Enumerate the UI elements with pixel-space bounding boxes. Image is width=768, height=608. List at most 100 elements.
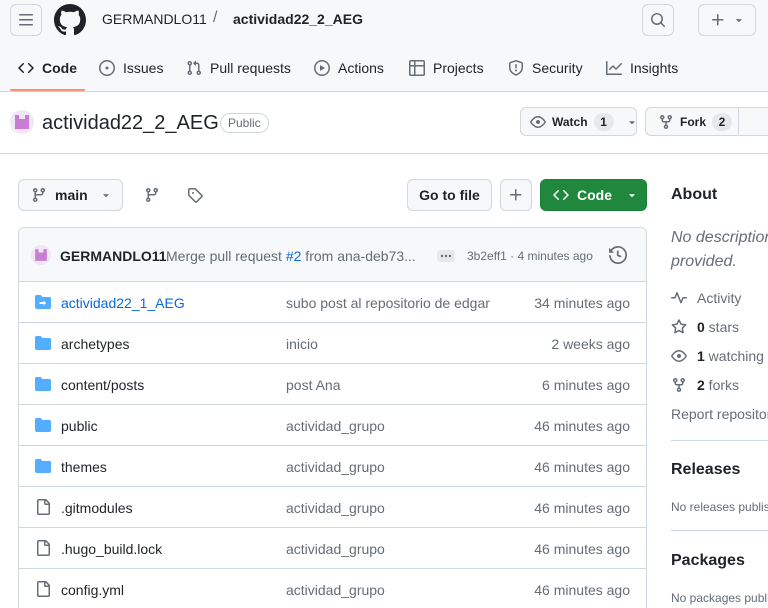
breadcrumb-owner[interactable]: GERMANDLO11	[102, 11, 207, 27]
file-name[interactable]: actividad22_1_AEG	[61, 295, 185, 311]
github-logo-icon[interactable]	[54, 4, 86, 36]
add-file-button[interactable]	[500, 179, 532, 211]
plus-icon	[508, 187, 524, 203]
file-row[interactable]: .hugo_build.lock actividad_grupo 46 minu…	[19, 528, 646, 569]
file-row[interactable]: content/posts post Ana 6 minutes ago	[19, 364, 646, 405]
caret-down-icon[interactable]	[626, 116, 638, 128]
commit-author-avatar[interactable]	[31, 245, 51, 265]
search-button[interactable]	[642, 4, 674, 36]
watchers-link[interactable]: 1 watching	[671, 348, 764, 364]
file-commit-message[interactable]: actividad_grupo	[286, 582, 385, 598]
file-name[interactable]: content/posts	[61, 377, 144, 393]
description-line: No description,	[671, 229, 768, 246]
play-icon	[314, 60, 330, 76]
packages-heading[interactable]: Packages	[671, 552, 745, 570]
fork-icon	[671, 377, 687, 393]
hamburger-icon	[18, 12, 34, 28]
forks-link[interactable]: 2 forks	[671, 377, 739, 393]
tab-code[interactable]: Code	[10, 48, 85, 91]
eye-icon	[530, 114, 546, 130]
file-commit-date: 46 minutes ago	[534, 500, 630, 516]
file-commit-message[interactable]: post Ana	[286, 377, 341, 393]
breadcrumb-repo[interactable]: actividad22_2_AEG	[233, 11, 363, 27]
code-button[interactable]: Code	[540, 179, 647, 211]
file-commit-message[interactable]: actividad_grupo	[286, 418, 385, 434]
submodule-icon	[35, 294, 51, 310]
menu-button[interactable]	[10, 4, 42, 36]
report-repository-link[interactable]: Report repository	[671, 406, 768, 422]
tags-link[interactable]	[183, 183, 207, 207]
tab-label: Insights	[630, 60, 679, 76]
watch-button[interactable]: Watch 1	[520, 107, 637, 136]
file-name[interactable]: .hugo_build.lock	[61, 541, 162, 557]
tab-actions[interactable]: Actions	[314, 48, 384, 88]
owner-avatar[interactable]	[10, 110, 34, 134]
file-commit-date: 46 minutes ago	[534, 582, 630, 598]
file-commit-date: 46 minutes ago	[534, 418, 630, 434]
releases-heading[interactable]: Releases	[671, 461, 740, 479]
file-commit-message[interactable]: subo post al repositorio de edgar	[286, 295, 490, 311]
report-label: Report repository	[671, 406, 768, 422]
code-button-label: Code	[577, 187, 612, 203]
go-to-file-button[interactable]: Go to file	[407, 179, 492, 211]
ellipsis-icon	[440, 254, 452, 258]
file-row[interactable]: themes actividad_grupo 46 minutes ago	[19, 446, 646, 487]
file-commit-date: 46 minutes ago	[534, 541, 630, 557]
repo-name[interactable]: actividad22_2_AEG	[42, 112, 219, 135]
file-list: actividad22_1_AEG subo post al repositor…	[19, 282, 646, 608]
button-divider	[738, 108, 740, 135]
file-row[interactable]: config.yml actividad_grupo 46 minutes ag…	[19, 569, 646, 608]
branch-icon	[31, 187, 47, 203]
packages-empty-text: No packages published	[671, 591, 768, 605]
tab-label: Actions	[338, 60, 384, 76]
code-icon	[18, 60, 34, 76]
search-icon	[650, 12, 666, 28]
file-row[interactable]: actividad22_1_AEG subo post al repositor…	[19, 282, 646, 323]
watch-count: 1	[593, 112, 614, 131]
branch-selector[interactable]: main	[18, 179, 123, 211]
file-name[interactable]: config.yml	[61, 582, 124, 598]
description-line: provided.	[671, 253, 737, 270]
file-commit-message[interactable]: actividad_grupo	[286, 541, 385, 557]
latest-commit-bar: GERMANDLO11 Merge pull request #2 from a…	[19, 228, 646, 282]
file-name[interactable]: archetypes	[61, 336, 129, 352]
file-name[interactable]: public	[61, 418, 98, 434]
tab-insights[interactable]: Insights	[606, 48, 678, 88]
repo-title-bar: actividad22_2_AEG Public Watch 1 Fork 2	[0, 92, 768, 154]
tab-security[interactable]: Security	[508, 48, 583, 88]
branches-link[interactable]	[140, 183, 164, 207]
tab-issues[interactable]: Issues	[99, 48, 163, 88]
commit-message-text: Merge pull request	[166, 248, 286, 264]
history-icon[interactable]	[609, 246, 627, 264]
commit-message[interactable]: Merge pull request #2 from ana-deb73...	[166, 248, 421, 264]
file-row[interactable]: archetypes inicio 2 weeks ago	[19, 323, 646, 364]
folder-icon	[35, 376, 51, 392]
file-name[interactable]: .gitmodules	[61, 500, 133, 516]
tab-projects[interactable]: Projects	[409, 48, 484, 88]
commit-author[interactable]: GERMANDLO11	[60, 248, 167, 264]
global-header: GERMANDLO11 / actividad22_2_AEG Code Iss…	[0, 0, 768, 92]
table-icon	[409, 60, 425, 76]
about-heading: About	[671, 186, 718, 203]
create-new-button[interactable]	[698, 4, 756, 36]
pull-request-link[interactable]: #2	[286, 248, 302, 264]
file-commit-message[interactable]: actividad_grupo	[286, 500, 385, 516]
tag-icon	[187, 187, 203, 203]
sidebar-divider	[671, 440, 768, 441]
breadcrumb-separator: /	[213, 9, 218, 26]
file-name[interactable]: themes	[61, 459, 107, 475]
tab-pull-requests[interactable]: Pull requests	[186, 48, 291, 88]
file-commit-message[interactable]: actividad_grupo	[286, 459, 385, 475]
caret-down-icon	[734, 15, 744, 25]
releases-empty-text: No releases published	[671, 500, 768, 514]
fork-count: 2	[712, 112, 733, 131]
commit-meta[interactable]: 3b2eff1 · 4 minutes ago	[467, 249, 593, 263]
file-row[interactable]: .gitmodules actividad_grupo 46 minutes a…	[19, 487, 646, 528]
activity-link[interactable]: Activity	[671, 290, 741, 306]
fork-button[interactable]: Fork 2	[645, 107, 768, 136]
expand-commit-button[interactable]	[437, 250, 455, 262]
file-row[interactable]: public actividad_grupo 46 minutes ago	[19, 405, 646, 446]
stars-link[interactable]: 0 stars	[671, 319, 739, 335]
file-commit-message[interactable]: inicio	[286, 336, 318, 352]
file-commit-date: 6 minutes ago	[542, 377, 630, 393]
